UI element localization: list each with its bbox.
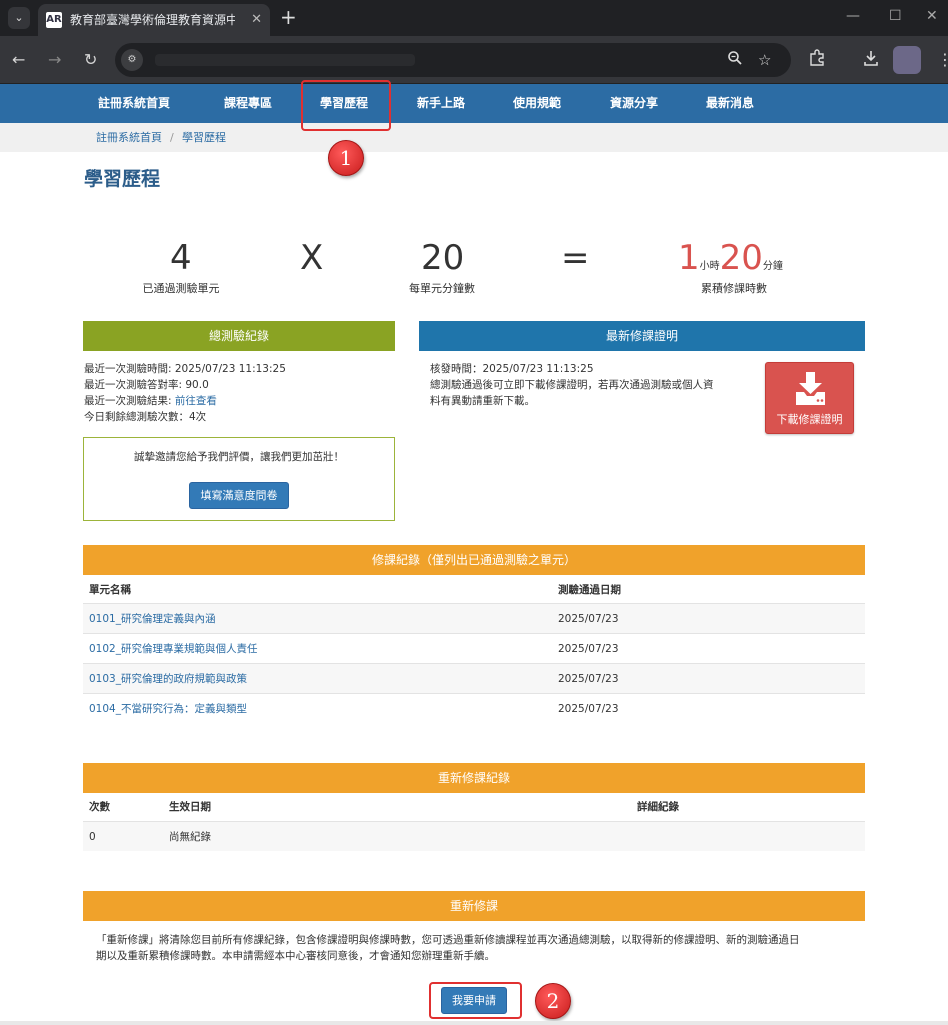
retake-header: 重新修課 (83, 891, 865, 921)
times-sign: X (300, 238, 324, 278)
column-effective-date: 生效日期 (169, 801, 211, 813)
pass-date: 2025/07/23 (558, 703, 619, 715)
certificate-desc-line2: 料有異動請重新下載。 (430, 395, 535, 407)
equals-sign: = (561, 238, 590, 278)
nav-courses[interactable]: 課程專區 (224, 84, 272, 123)
last-exam-result-label: 最近一次測驗結果: (84, 395, 175, 407)
minutes-per-unit-label: 每單元分鐘數 (409, 282, 475, 295)
site-favicon-icon: AR (46, 12, 62, 28)
new-tab-icon[interactable]: + (280, 4, 297, 30)
certificate-desc-line1: 總測驗通過後可立即下載修課證明，若再次通過測驗或個人資 (430, 379, 714, 391)
certificate-issue-time: 核發時間：2025/07/23 11:13:25 (430, 363, 594, 375)
course-records-header: 修課紀錄（僅列出已通過測驗之單元） (83, 545, 865, 575)
unit-link[interactable]: 0103_研究倫理的政府規範與政策 (89, 672, 247, 686)
retake-records-head-row: 次數 生效日期 詳細紀錄 (83, 793, 865, 822)
passed-units-count: 4 (170, 238, 192, 278)
nav-register-home[interactable]: 註冊系統首頁 (98, 84, 170, 123)
passed-units-label: 已通過測驗單元 (142, 282, 220, 295)
last-exam-rate: 最近一次測驗答對率: 90.0 (84, 379, 209, 391)
column-pass-date: 測驗通過日期 (558, 584, 621, 596)
tab-search-icon[interactable]: ⌄ (8, 7, 30, 29)
survey-invite-text: 誠摯邀請您給予我們評價，讓我們更加茁壯！ (134, 451, 344, 463)
total-hours-label: 累積修課時數 (701, 282, 767, 295)
browser-toolbar: ← → ↻ ⚙ ☆ ⋮ (0, 36, 948, 84)
column-detail: 詳細紀錄 (637, 801, 679, 813)
zoom-icon[interactable] (727, 50, 743, 71)
pass-date: 2025/07/23 (558, 673, 619, 685)
breadcrumb-current: 學習歷程 (182, 131, 226, 144)
page-title: 學習歷程 (84, 168, 161, 190)
column-count: 次數 (89, 801, 110, 813)
unit-link[interactable]: 0104_不當研究行為：定義與類型 (89, 702, 247, 716)
retake-notice: 「重新修課」將清除您目前所有修課紀錄，包含修課證明與修課時數，您可透過重新修讀課… (96, 932, 852, 964)
last-exam-result: 最近一次測驗結果: 前往查看 (84, 394, 217, 409)
last-exam-time: 最近一次測驗時間: 2025/07/23 11:13:25 (84, 363, 286, 375)
hours-unit: 小時 (699, 261, 720, 272)
unit-link[interactable]: 0101_研究倫理定義與內涵 (89, 612, 215, 626)
download-tray-icon (796, 372, 825, 405)
annotation-marker-2: 2 (535, 983, 571, 1019)
forward-icon[interactable]: → (48, 49, 61, 71)
nav-usage-rules[interactable]: 使用規範 (513, 84, 561, 123)
table-row: 0102_研究倫理專業規範與個人責任 2025/07/23 (83, 634, 865, 664)
view-result-link[interactable]: 前往查看 (175, 395, 217, 407)
nav-resources[interactable]: 資源分享 (610, 84, 658, 123)
annotation-highlight-nav (301, 80, 391, 131)
survey-button[interactable]: 填寫滿意度問卷 (189, 482, 289, 509)
window-close-icon[interactable]: ✕ (926, 6, 938, 26)
retake-date: 尚無紀錄 (169, 831, 211, 843)
minutes-unit: 分鐘 (762, 261, 783, 272)
column-unit-name: 單元名稱 (89, 584, 131, 596)
site-info-icon[interactable]: ⚙ (121, 49, 143, 71)
certificate-header: 最新修課證明 (419, 321, 865, 351)
pass-date: 2025/07/23 (558, 613, 619, 625)
total-hours-value: 1 (678, 238, 700, 278)
site-nav: 註冊系統首頁 課程專區 學習歷程 新手上路 使用規範 資源分享 最新消息 (0, 84, 948, 123)
table-row: 0104_不當研究行為：定義與類型 2025/07/23 (83, 694, 865, 724)
bookmark-star-icon[interactable]: ☆ (758, 50, 771, 70)
back-icon[interactable]: ← (12, 49, 25, 71)
nav-news[interactable]: 最新消息 (706, 84, 754, 123)
download-icon[interactable] (862, 49, 880, 73)
breadcrumb-home-link[interactable]: 註冊系統首頁 (96, 131, 162, 145)
download-certificate-button[interactable]: 下載修課證明 (765, 362, 854, 434)
browser-tab-bar: ⌄ AR 教育部臺灣學術倫理教育資源中心 ✕ + — ☐ ✕ (0, 0, 948, 36)
retake-notice-line2: 期以及重新累積修課時數。本申請需經本中心審核同意後，才會通知您辦理重新手續。 (96, 950, 495, 962)
breadcrumb: 註冊系統首頁 / 學習歷程 (0, 123, 948, 152)
remaining-attempts: 今日剩餘總測驗次數：4次 (84, 411, 207, 423)
reload-icon[interactable]: ↻ (84, 49, 97, 71)
minimize-icon[interactable]: — (846, 6, 860, 26)
exam-records-header: 總測驗紀錄 (83, 321, 395, 351)
survey-invite-box: 誠摯邀請您給予我們評價，讓我們更加茁壯！ 填寫滿意度問卷 (83, 437, 395, 521)
page-bottom-border (0, 1021, 948, 1025)
unit-link[interactable]: 0102_研究倫理專業規範與個人責任 (89, 642, 257, 656)
retake-records-header: 重新修課紀錄 (83, 763, 865, 793)
profile-avatar[interactable] (893, 46, 921, 74)
download-certificate-label: 下載修課證明 (776, 413, 843, 426)
breadcrumb-separator: / (170, 131, 174, 144)
retake-notice-line1: 「重新修課」將清除您目前所有修課紀錄，包含修課證明與修課時數，您可透過重新修讀課… (96, 934, 800, 946)
url-text[interactable] (155, 54, 415, 66)
retake-count: 0 (89, 831, 96, 843)
table-row: 0 尚無紀錄 (83, 822, 865, 851)
browser-tab[interactable]: AR 教育部臺灣學術倫理教育資源中心 ✕ (38, 4, 270, 36)
tab-title: 教育部臺灣學術倫理教育資源中心 (70, 13, 235, 27)
minutes-per-unit: 20 (421, 238, 465, 278)
tab-close-icon[interactable]: ✕ (251, 11, 262, 29)
table-row: 0103_研究倫理的政府規範與政策 2025/07/23 (83, 664, 865, 694)
address-bar[interactable]: ⚙ ☆ (115, 43, 791, 77)
annotation-marker-1: 1 (328, 140, 364, 176)
maximize-icon[interactable]: ☐ (889, 6, 902, 26)
nav-getting-started[interactable]: 新手上路 (417, 84, 465, 123)
total-minutes-value: 20 (719, 238, 763, 278)
apply-button[interactable]: 我要申請 (441, 987, 507, 1014)
table-row: 0101_研究倫理定義與內涵 2025/07/23 (83, 604, 865, 634)
pass-date: 2025/07/23 (558, 643, 619, 655)
browser-menu-icon[interactable]: ⋮ (937, 49, 948, 71)
total-hours: 1小時20分鐘 (678, 238, 783, 287)
extensions-icon[interactable] (808, 49, 826, 73)
course-records-head-row: 單元名稱 測驗通過日期 (83, 575, 865, 604)
